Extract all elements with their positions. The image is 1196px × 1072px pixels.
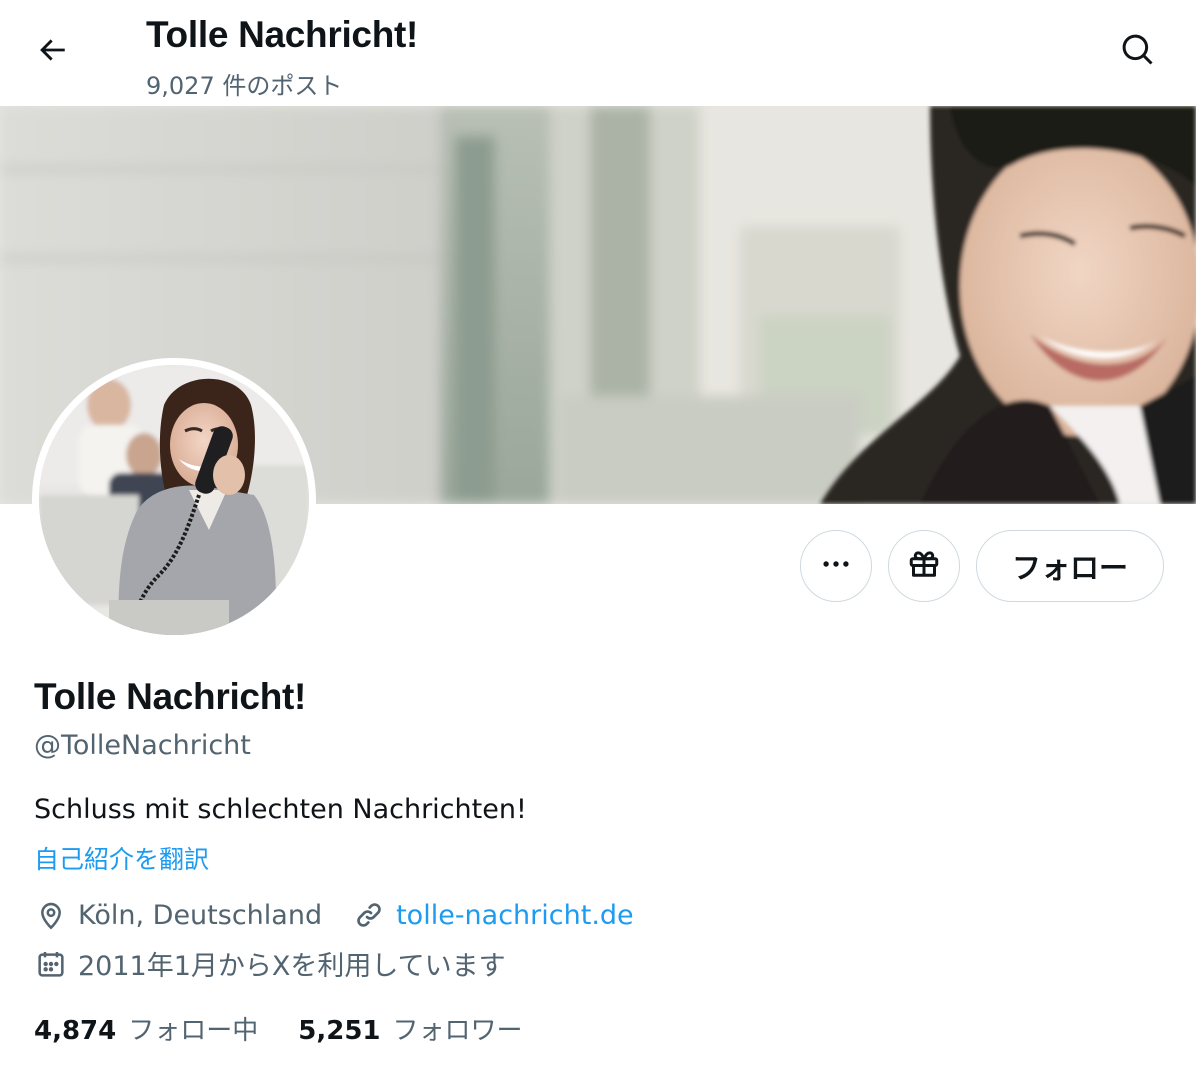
- arrow-left-icon: [35, 33, 69, 71]
- user-handle: @TolleNachricht: [34, 730, 251, 761]
- joined-text: 2011年1月からXを利用しています: [78, 951, 506, 982]
- display-name: Tolle Nachricht!: [34, 676, 307, 717]
- link-icon: [352, 898, 386, 932]
- follow-button[interactable]: フォロー: [976, 530, 1164, 602]
- following-label: フォロー中: [128, 1016, 259, 1046]
- joined-item: 2011年1月からXを利用しています: [34, 944, 506, 983]
- profile-meta-row: Köln, Deutschland tolle-nachricht.de: [34, 898, 664, 932]
- profile-joined-row: 2011年1月からXを利用しています: [34, 944, 536, 983]
- more-button[interactable]: [800, 530, 872, 602]
- gift-button[interactable]: [888, 530, 960, 602]
- top-bar: Tolle Nachricht! 9,027 件のポスト: [0, 0, 1196, 106]
- profile-bio: Schluss mit schlechten Nachrichten!: [34, 794, 527, 825]
- translate-bio-link[interactable]: 自己紹介を翻訳: [34, 840, 209, 876]
- profile-page: Tolle Nachricht! 9,027 件のポスト フォロー Tolle …: [0, 0, 1196, 1072]
- avatar-image: [39, 365, 309, 635]
- more-horizontal-icon: [819, 547, 853, 585]
- calendar-icon: [34, 947, 68, 981]
- followers-label: フォロワー: [392, 1016, 523, 1046]
- search-button[interactable]: [1108, 22, 1168, 82]
- back-button[interactable]: [20, 20, 84, 84]
- profile-avatar[interactable]: [32, 358, 316, 642]
- website-item: tolle-nachricht.de: [352, 898, 634, 932]
- following-stat[interactable]: 4,874 フォロー中: [34, 1010, 258, 1047]
- followers-stat[interactable]: 5,251 フォロワー: [298, 1010, 522, 1047]
- gift-icon: [906, 546, 942, 586]
- post-count: 9,027 件のポスト: [146, 72, 343, 100]
- search-icon: [1120, 32, 1156, 72]
- location-text: Köln, Deutschland: [78, 899, 323, 931]
- location-item: Köln, Deutschland: [34, 898, 322, 932]
- website-link[interactable]: tolle-nachricht.de: [396, 900, 634, 931]
- followers-count: 5,251: [298, 1016, 381, 1046]
- location-pin-icon: [34, 898, 68, 932]
- follow-stats: 4,874 フォロー中 5,251 フォロワー: [34, 1010, 563, 1047]
- following-count: 4,874: [34, 1016, 117, 1046]
- page-title: Tolle Nachricht!: [146, 14, 419, 55]
